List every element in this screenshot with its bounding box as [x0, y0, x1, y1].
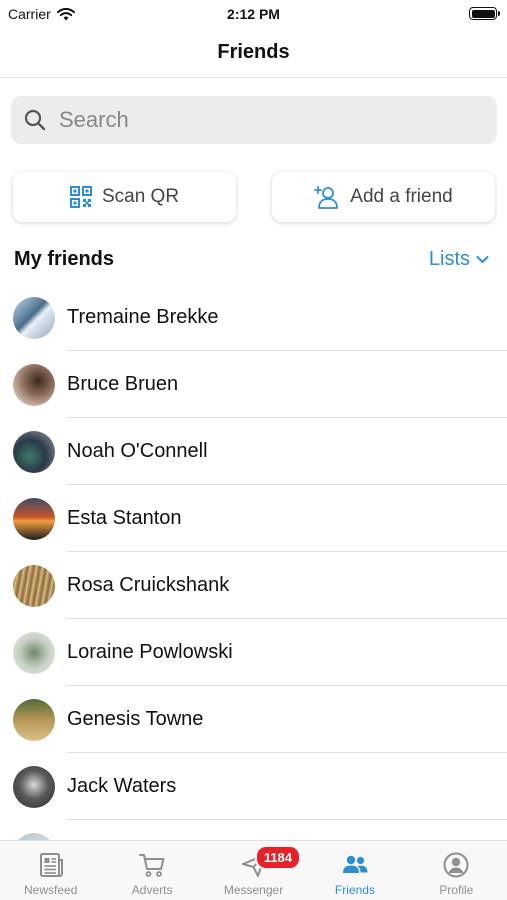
page-title: Friends: [217, 41, 290, 63]
search-icon: [24, 109, 46, 131]
friend-name: Genesis Towne: [67, 708, 204, 730]
status-time: 2:12 PM: [227, 6, 280, 22]
tab-label: Newsfeed: [24, 883, 78, 897]
tab-label: Messenger: [223, 883, 284, 897]
nav-bar: Friends: [0, 30, 507, 78]
lists-label: Lists: [428, 248, 470, 270]
scan-qr-button[interactable]: Scan QR: [13, 172, 236, 222]
friend-row[interactable]: Tremaine Brekke: [0, 284, 507, 351]
tab-adverts[interactable]: Adverts: [101, 841, 202, 900]
battery-icon: [469, 7, 500, 20]
tab-label: Profile: [439, 883, 474, 897]
people-icon: [342, 855, 368, 873]
tab-label: Adverts: [131, 883, 173, 897]
tab-friends[interactable]: Friends: [304, 841, 405, 900]
avatar: [13, 699, 55, 741]
search-input[interactable]: [59, 107, 479, 133]
friend-row[interactable]: Genesis Towne: [0, 686, 507, 753]
tab-label: Friends: [334, 883, 375, 897]
friend-row[interactable]: Noah O'Connell: [0, 418, 507, 485]
friend-name: Esta Stanton: [67, 507, 182, 529]
friend-name: Rosa Cruickshank: [67, 574, 230, 596]
tab-bar: Newsfeed Adverts Messenger 1184 Friends: [0, 840, 507, 900]
avatar: [13, 766, 55, 808]
add-friend-label: Add a friend: [350, 186, 453, 207]
avatar: [13, 565, 55, 607]
avatar: [13, 364, 55, 406]
scan-qr-label: Scan QR: [101, 186, 180, 207]
unread-badge: 1184: [254, 845, 302, 870]
avatar: [13, 632, 55, 674]
tab-newsfeed[interactable]: Newsfeed: [0, 841, 101, 900]
avatar: [13, 833, 55, 840]
friend-row[interactable]: Esta Stanton: [0, 485, 507, 552]
friends-section-header: My friends Lists: [14, 248, 493, 272]
friend-row[interactable]: [0, 820, 507, 840]
qr-code-icon: [69, 186, 92, 208]
avatar: [13, 297, 55, 339]
friend-list: Tremaine Brekke Bruce Bruen Noah O'Conne…: [0, 284, 507, 840]
friend-name: Tremaine Brekke: [67, 306, 219, 328]
lists-dropdown[interactable]: Lists: [429, 248, 489, 271]
friend-name: Noah O'Connell: [67, 440, 208, 462]
section-title: My friends: [14, 248, 115, 270]
cart-icon: [139, 854, 165, 877]
person-circle-icon: [443, 852, 469, 878]
friend-name: Bruce Bruen: [67, 373, 179, 395]
search-bar[interactable]: [11, 96, 497, 144]
add-person-icon: [314, 186, 339, 209]
friend-row[interactable]: Jack Waters: [0, 753, 507, 820]
friend-name: Jack Waters: [67, 775, 177, 797]
avatar: [13, 431, 55, 473]
tab-profile[interactable]: Profile: [406, 841, 507, 900]
chevron-down-icon: [476, 256, 489, 263]
avatar: [13, 498, 55, 540]
friend-row[interactable]: Loraine Powlowski: [0, 619, 507, 686]
friend-row[interactable]: Bruce Bruen: [0, 351, 507, 418]
newspaper-icon: [39, 853, 63, 877]
status-bar: Carrier 2:12 PM: [0, 0, 507, 30]
friend-name: Loraine Powlowski: [67, 641, 233, 663]
tab-messenger[interactable]: Messenger 1184: [203, 841, 304, 900]
friend-row[interactable]: Rosa Cruickshank: [0, 552, 507, 619]
add-friend-button[interactable]: Add a friend: [272, 172, 495, 222]
